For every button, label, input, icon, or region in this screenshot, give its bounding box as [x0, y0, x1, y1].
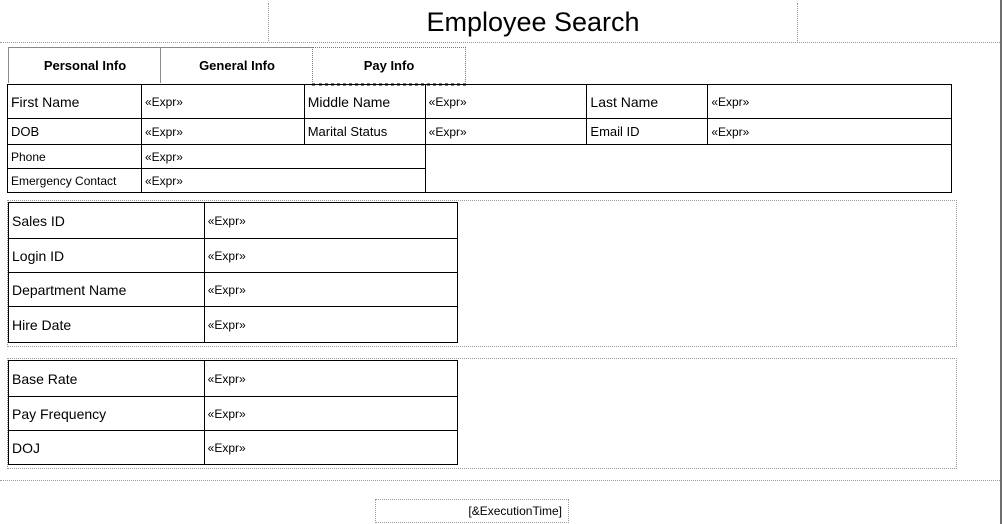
doj-label: DOJ — [8, 430, 205, 465]
department-name-value[interactable]: «Expr» — [203, 272, 459, 307]
dob-label: DOB — [7, 118, 142, 145]
middle-name-label: Middle Name — [303, 84, 426, 119]
sales-id-label: Sales ID — [8, 202, 205, 239]
base-rate-label: Base Rate — [8, 360, 205, 397]
email-id-value[interactable]: «Expr» — [707, 118, 952, 145]
phone-label: Phone — [7, 144, 142, 169]
personal-info-table: First Name «Expr» Middle Name «Expr» Las… — [7, 84, 953, 193]
login-id-value[interactable]: «Expr» — [203, 238, 459, 273]
hire-date-label: Hire Date — [8, 306, 205, 343]
header-bottom-guide — [0, 42, 1000, 43]
tab-pay-info[interactable]: Pay Info — [312, 47, 466, 86]
last-name-value[interactable]: «Expr» — [707, 84, 952, 119]
execution-time-field[interactable]: [&ExecutionTime] — [375, 499, 569, 523]
middle-name-value[interactable]: «Expr» — [424, 84, 588, 119]
report-title: Employee Search — [268, 3, 798, 41]
first-name-label: First Name — [7, 84, 142, 119]
pay-frequency-value[interactable]: «Expr» — [203, 396, 459, 431]
marital-status-label: Marital Status — [303, 118, 426, 145]
marital-status-value[interactable]: «Expr» — [424, 118, 588, 145]
email-id-label: Email ID — [586, 118, 709, 145]
footer-top-guide — [0, 480, 1000, 481]
personal-empty-cell — [424, 144, 953, 193]
department-name-label: Department Name — [8, 272, 205, 307]
hire-date-value[interactable]: «Expr» — [203, 306, 459, 343]
emergency-contact-label: Emergency Contact — [7, 168, 142, 193]
pay-frequency-label: Pay Frequency — [8, 396, 205, 431]
dob-value[interactable]: «Expr» — [140, 118, 305, 145]
last-name-label: Last Name — [586, 84, 709, 119]
login-id-label: Login ID — [8, 238, 205, 273]
tab-personal-info[interactable]: Personal Info — [8, 47, 162, 83]
first-name-value[interactable]: «Expr» — [140, 84, 305, 119]
sales-id-value[interactable]: «Expr» — [203, 202, 459, 239]
base-rate-value[interactable]: «Expr» — [203, 360, 459, 397]
tab-general-info[interactable]: General Info — [160, 47, 314, 83]
pay-info-table: Base Rate «Expr» Pay Frequency «Expr» DO… — [8, 360, 459, 465]
doj-value[interactable]: «Expr» — [203, 430, 459, 465]
phone-value[interactable]: «Expr» — [140, 144, 426, 169]
general-info-table: Sales ID «Expr» Login ID «Expr» Departme… — [8, 202, 459, 343]
emergency-contact-value[interactable]: «Expr» — [140, 168, 426, 193]
